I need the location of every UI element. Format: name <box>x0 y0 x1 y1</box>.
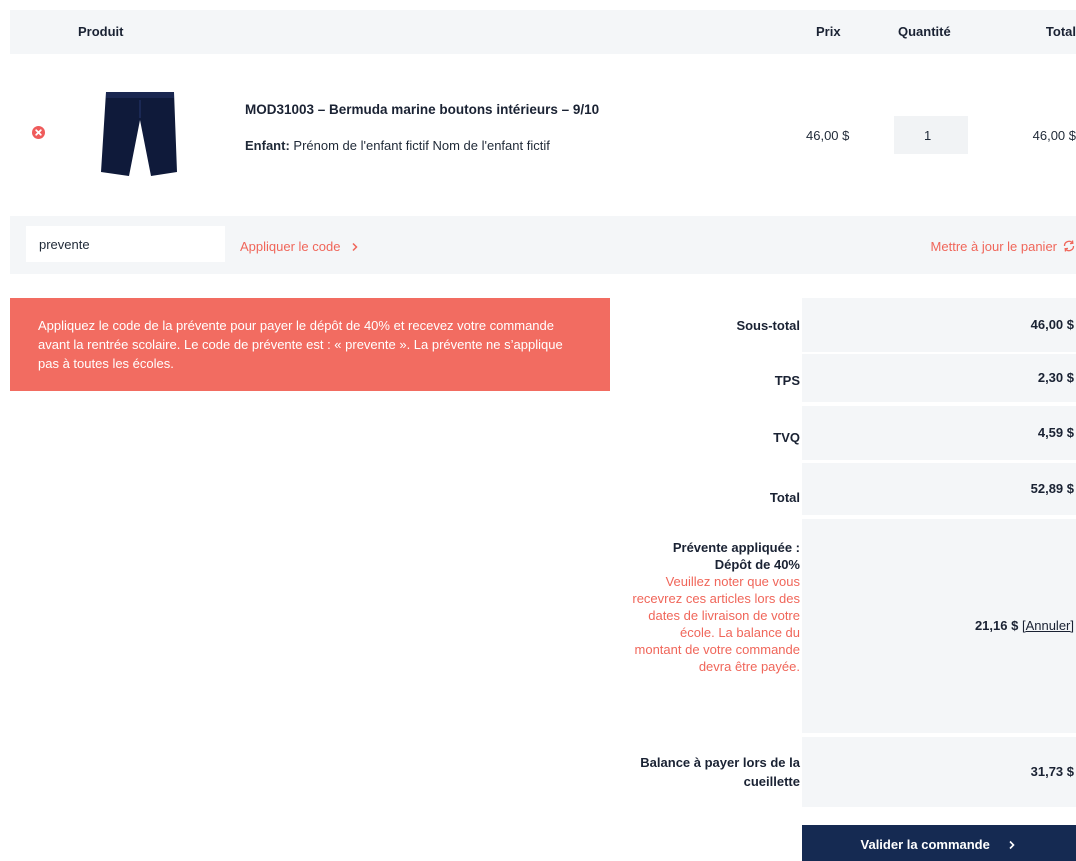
product-name[interactable]: MOD31003 – Bermuda marine boutons intéri… <box>245 102 599 117</box>
tvq-label: TVQ <box>773 430 800 445</box>
tvq-value: 4,59 $ <box>802 406 1076 460</box>
tps-row: TPS 2,30 $ <box>620 354 1076 406</box>
submit-order-button[interactable]: Valider la commande <box>802 825 1076 861</box>
child-value: Prénom de l'enfant fictif Nom de l'enfan… <box>293 138 550 153</box>
balance-row: Balance à payer lors de la cueillette 31… <box>620 737 1076 807</box>
header-product: Produit <box>78 24 124 39</box>
presale-label: Prévente appliquée : Dépôt de 40% Veuill… <box>630 539 800 675</box>
coupon-input[interactable] <box>26 226 225 262</box>
cart-table-header: Produit Prix Quantité Total <box>10 10 1076 54</box>
presale-label-deposit: Dépôt de 40% <box>714 557 800 572</box>
close-icon <box>35 129 42 136</box>
balance-value: 31,73 $ <box>802 737 1076 807</box>
presale-value-cell: 21,16 $ [Annuler] <box>802 519 1076 733</box>
header-quantity: Quantité <box>898 24 951 39</box>
presale-cancel-link[interactable]: [Annuler] <box>1022 618 1074 633</box>
header-total: Total <box>1045 24 1076 39</box>
cart-totals: Sous-total 46,00 $ TPS 2,30 $ TVQ 4,59 $… <box>620 298 1076 807</box>
presale-notice: Appliquez le code de la prévente pour pa… <box>10 298 610 391</box>
apply-code-label: Appliquer le code <box>240 239 341 254</box>
remove-item-button[interactable] <box>32 126 45 139</box>
apply-code-link[interactable]: Appliquer le code <box>240 239 360 254</box>
total-label: Total <box>769 490 800 505</box>
balance-label: Balance à payer lors de la cueillette <box>640 755 800 789</box>
header-price: Prix <box>816 24 841 39</box>
subtotal-row: Sous-total 46,00 $ <box>620 298 1076 354</box>
product-image[interactable] <box>78 72 200 192</box>
subtotal-value: 46,00 $ <box>802 298 1076 352</box>
subtotal-label: Sous-total <box>736 318 800 333</box>
total-value: 52,89 $ <box>802 463 1076 515</box>
tvq-row: TVQ 4,59 $ <box>620 406 1076 463</box>
navy-shorts-image <box>101 92 177 176</box>
presale-value: 21,16 $ <box>974 618 1019 633</box>
cart-item-row: MOD31003 – Bermuda marine boutons intéri… <box>10 56 1076 214</box>
quantity-input[interactable] <box>894 116 968 154</box>
product-child-info: Enfant: Prénom de l'enfant fictif Nom de… <box>245 138 550 153</box>
chevron-right-icon <box>352 242 358 252</box>
child-label: Enfant: <box>245 138 290 153</box>
coupon-bar: Appliquer le code Mettre à jour le panie… <box>10 216 1076 274</box>
presale-label-title: Prévente appliquée : <box>672 540 800 555</box>
update-cart-link[interactable]: Mettre à jour le panier <box>931 239 1076 254</box>
presale-row: Prévente appliquée : Dépôt de 40% Veuill… <box>620 519 1076 737</box>
update-cart-label: Mettre à jour le panier <box>930 239 1057 254</box>
item-price: 46,00 $ <box>806 128 850 143</box>
chevron-right-icon <box>1009 840 1016 850</box>
tps-label: TPS <box>774 373 800 388</box>
refresh-icon <box>1063 240 1075 252</box>
total-row: Total 52,89 $ <box>620 463 1076 519</box>
tps-value: 2,30 $ <box>802 354 1076 402</box>
presale-warning: Veuillez noter que vous recevrez ces art… <box>632 574 800 674</box>
item-total: 46,00 $ <box>1032 128 1076 143</box>
submit-order-label: Valider la commande <box>860 837 990 852</box>
